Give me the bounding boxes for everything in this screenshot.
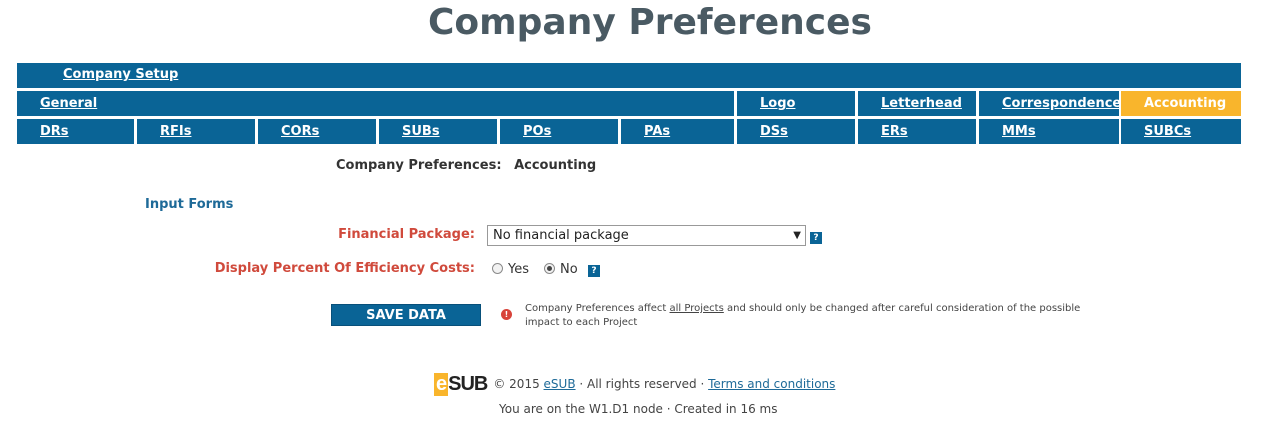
nav-row-general: General Logo Letterhead Correspondence A… xyxy=(17,91,1241,116)
warning-text: Company Preferences affect all Projects … xyxy=(525,302,1105,330)
efficiency-yes-radio[interactable] xyxy=(492,263,503,274)
nav-general[interactable]: General xyxy=(17,91,734,116)
rights-text: · All rights reserved · xyxy=(575,377,709,391)
efficiency-yes-label: Yes xyxy=(508,262,529,277)
help-icon[interactable]: ? xyxy=(588,265,600,277)
nav-letterhead[interactable]: Letterhead xyxy=(858,91,976,116)
nav-accounting[interactable]: Accounting xyxy=(1121,91,1241,116)
section-heading: Company Preferences: Accounting xyxy=(336,158,596,173)
nav-dss[interactable]: DSs xyxy=(737,119,855,144)
nav-correspondence[interactable]: Correspondence xyxy=(979,91,1121,116)
logo-text: SUB xyxy=(448,373,488,395)
warning-icon: ! xyxy=(501,309,512,320)
input-forms-heading: Input Forms xyxy=(145,197,234,212)
terms-link[interactable]: Terms and conditions xyxy=(708,377,835,391)
financial-package-select[interactable]: No financial package ▼ xyxy=(487,225,806,246)
all-projects-link[interactable]: all Projects xyxy=(670,303,724,314)
nav-drs[interactable]: DRs xyxy=(17,119,134,144)
nav-pas[interactable]: PAs xyxy=(621,119,734,144)
footer-node-info: You are on the W1.D1 node · Created in 1… xyxy=(499,402,778,416)
nav-subs[interactable]: SUBs xyxy=(379,119,497,144)
logo-e: e xyxy=(434,373,449,396)
nav-pos[interactable]: POs xyxy=(500,119,618,144)
nav-logo[interactable]: Logo xyxy=(737,91,855,116)
efficiency-no-radio[interactable] xyxy=(544,263,555,274)
copyright-text: © 2015 xyxy=(493,377,544,391)
esub-logo: e SUB xyxy=(434,373,488,396)
nav-row-forms: DRs RFIs CORs SUBs POs PAs DSs ERs MMs S… xyxy=(17,119,1241,144)
nav-mms[interactable]: MMs xyxy=(979,119,1119,144)
section-label: Company Preferences: xyxy=(336,158,502,173)
nav-rfis[interactable]: RFIs xyxy=(137,119,255,144)
save-data-button[interactable]: SAVE DATA xyxy=(331,304,481,326)
efficiency-no-label: No xyxy=(560,262,578,277)
footer-copyright: e SUB © 2015 eSUB · All rights reserved · … xyxy=(434,373,835,396)
nav-subcs[interactable]: SUBCs xyxy=(1121,119,1241,144)
section-value: Accounting xyxy=(514,158,597,173)
warning-text-start: Company Preferences affect xyxy=(525,303,670,314)
financial-package-label: Financial Package: xyxy=(338,227,475,242)
help-icon[interactable]: ? xyxy=(810,232,822,244)
esub-link[interactable]: eSUB xyxy=(544,377,576,391)
nav-ers[interactable]: ERs xyxy=(858,119,976,144)
page-title: Company Preferences xyxy=(428,2,872,43)
dropdown-arrow-icon: ▼ xyxy=(793,230,801,241)
nav-cors[interactable]: CORs xyxy=(258,119,376,144)
company-setup-bar: Company Setup xyxy=(17,63,1241,88)
efficiency-costs-label: Display Percent Of Efficiency Costs: xyxy=(214,261,475,276)
nav-company-setup[interactable]: Company Setup xyxy=(40,63,179,88)
financial-package-value: No financial package xyxy=(493,228,629,243)
